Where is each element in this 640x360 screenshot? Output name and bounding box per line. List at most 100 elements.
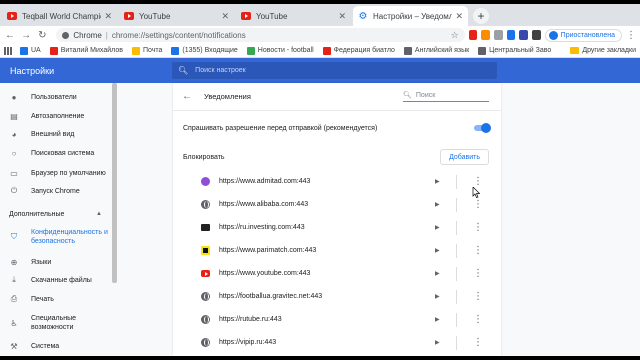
bookmark-label: Виталий Михайлов (60, 47, 123, 54)
profile-button[interactable]: Приостановлена (544, 28, 622, 42)
more-actions-icon[interactable]: ⋮ (473, 176, 483, 187)
chevron-right-icon[interactable]: ▶ (435, 293, 440, 300)
address-bar[interactable]: Chrome | chrome://settings/content/notif… (56, 28, 465, 42)
sidebar-item-users[interactable]: ● Пользователи (0, 91, 77, 103)
more-actions-icon[interactable]: ⋮ (473, 291, 483, 302)
bookmark-label: Центральный Заво (489, 47, 552, 54)
sidebar-item-printing[interactable]: ⎙ Печать (0, 293, 54, 305)
sidebar-item-autofill[interactable]: ▤ Автозаполнение (0, 110, 84, 122)
back-arrow-icon[interactable]: ← (182, 91, 192, 102)
sidebar-item-privacy[interactable]: ⛉ Конфиденциальность и безопасность (0, 226, 110, 248)
tab-youtube-2[interactable]: YouTube ✕ (236, 6, 351, 26)
extension-blue-icon[interactable] (506, 30, 516, 40)
more-actions-icon[interactable]: ⋮ (473, 245, 483, 256)
block-label: Блокировать (183, 153, 225, 161)
extension-dark-icon[interactable] (532, 30, 541, 40)
close-icon[interactable]: ✕ (221, 11, 229, 22)
sidebar-item-appearance[interactable]: ◕ Внешний вид (0, 128, 75, 140)
chevron-right-icon[interactable]: ▶ (435, 178, 440, 185)
sidebar-advanced-section[interactable]: Дополнительные ▲ (0, 208, 118, 220)
bookmark-item[interactable]: UA (20, 46, 41, 55)
kebab-menu-icon[interactable]: ⋮ (626, 30, 636, 41)
back-arrow-icon[interactable]: ← (4, 30, 16, 41)
sidebar-item-default-browser[interactable]: ▭ Браузер по умолчанию (0, 167, 106, 179)
sidebar-item-accessibility[interactable]: ♿ Специальные возможности (0, 312, 110, 334)
ask-toggle[interactable] (474, 123, 491, 133)
tab-settings[interactable]: ⚙ Настройки – Уведомления ✕ (353, 6, 468, 26)
sidebar-item-search-engine[interactable]: ○ Поисковая система (0, 147, 95, 159)
apps-icon[interactable] (4, 46, 12, 55)
tab-title: YouTube (256, 11, 288, 21)
chevron-right-icon[interactable]: ▶ (435, 201, 440, 208)
bookmark-item[interactable]: Новости - football (246, 46, 314, 55)
site-url: https://rutube.ru:443 (219, 316, 282, 323)
site-row[interactable]: https://www.alibaba.com:443 ▶ ⋮ (173, 193, 501, 216)
other-bookmarks[interactable]: Другие закладки (570, 47, 636, 54)
more-actions-icon[interactable]: ⋮ (473, 222, 483, 233)
site-search-input[interactable]: 🔍︎ Поиск (403, 91, 489, 102)
bookmark-item[interactable]: Федерация биатло (322, 46, 395, 55)
close-icon[interactable]: ✕ (104, 11, 112, 22)
extension-iq-icon[interactable] (519, 30, 529, 40)
globe-icon (201, 315, 210, 324)
site-row[interactable]: https://footballua.gravitec.net:443 ▶ ⋮ (173, 285, 501, 308)
extension-orange-icon[interactable] (481, 30, 491, 40)
extension-gray-icon[interactable] (494, 30, 503, 40)
more-actions-icon[interactable]: ⋮ (473, 314, 483, 325)
tab-youtube-1[interactable]: YouTube ✕ (119, 6, 234, 26)
more-actions-icon[interactable]: ⋮ (473, 268, 483, 279)
chevron-right-icon[interactable]: ▶ (435, 339, 440, 346)
site-row[interactable]: https://www.parimatch.com:443 ▶ ⋮ (173, 239, 501, 262)
chevron-right-icon[interactable]: ▶ (435, 270, 440, 277)
site-url: https://www.youtube.com:443 (219, 270, 311, 277)
add-button[interactable]: Добавить (440, 149, 489, 165)
chevron-right-icon[interactable]: ▶ (435, 316, 440, 323)
site-row[interactable]: https://www.admitad.com:443 ▶ ⋮ (173, 170, 501, 193)
sidebar-scrollbar[interactable] (112, 83, 117, 283)
divider (456, 243, 457, 258)
search-icon: 🔍︎ (403, 92, 412, 99)
settings-search-input[interactable]: 🔍︎ Поиск настроек (172, 62, 497, 79)
notifications-card: ← Уведомления 🔍︎ Поиск Спрашивать разреш… (173, 83, 501, 356)
site-row[interactable]: https://www.youtube.com:443 ▶ ⋮ (173, 262, 501, 285)
tab-teqball[interactable]: Teqball World Championships 2 ✕ (2, 6, 117, 26)
chevron-up-icon: ▲ (96, 211, 102, 217)
bookmark-item[interactable]: (1355) Входящие (171, 46, 238, 55)
more-actions-icon[interactable]: ⋮ (473, 337, 483, 348)
new-tab-button[interactable]: + (473, 8, 489, 24)
sidebar-item-label: Автозаполнение (31, 112, 85, 120)
sidebar-item-startup[interactable]: ⏻ Запуск Chrome (0, 185, 80, 197)
bookmark-favicon-icon (246, 46, 255, 55)
profile-status: Приостановлена (560, 31, 615, 39)
bookmark-item[interactable]: Центральный Заво (478, 46, 552, 55)
site-row[interactable]: https://rutube.ru:443 ▶ ⋮ (173, 308, 501, 331)
sidebar-item-languages[interactable]: ⊕ Языки (0, 256, 52, 268)
tab-title: Teqball World Championships 2 (22, 11, 101, 21)
sidebar-item-label: Система (31, 342, 60, 350)
chevron-right-icon[interactable]: ▶ (435, 247, 440, 254)
forward-arrow-icon[interactable]: → (20, 30, 32, 41)
folder-icon (570, 47, 580, 54)
bookmark-item[interactable]: Виталий Михайлов (49, 46, 123, 55)
site-row[interactable]: https://vipip.ru:443 ▶ ⋮ (173, 331, 501, 354)
close-icon[interactable]: ✕ (455, 11, 463, 22)
ask-label: Спрашивать разрешение перед отправкой (р… (183, 124, 378, 132)
url-text[interactable]: chrome://settings/content/notifications (112, 31, 246, 40)
parimatch-icon (201, 246, 210, 255)
chrome-page-icon (62, 31, 70, 39)
more-actions-icon[interactable]: ⋮ (473, 199, 483, 210)
bookmark-item[interactable]: Почта (131, 46, 162, 55)
bookmark-item[interactable]: Английский язык (403, 46, 469, 55)
chevron-right-icon[interactable]: ▶ (435, 224, 440, 231)
extension-red-icon[interactable] (468, 30, 478, 40)
search-icon: ○ (11, 148, 17, 158)
site-row[interactable]: https://ru.investing.com:443 ▶ ⋮ (173, 216, 501, 239)
sidebar-item-system[interactable]: ⚒ Система (0, 340, 59, 352)
youtube-icon (201, 270, 210, 277)
investing-icon (201, 224, 210, 231)
reload-icon[interactable]: ↻ (36, 30, 48, 41)
close-icon[interactable]: ✕ (338, 11, 346, 22)
star-icon[interactable]: ☆ (451, 30, 459, 41)
bookmarks-bar: UA Виталий Михайлов Почта (1355) Входящи… (0, 44, 640, 58)
sidebar-item-downloads[interactable]: ⤓ Скачанные файлы (0, 274, 92, 286)
